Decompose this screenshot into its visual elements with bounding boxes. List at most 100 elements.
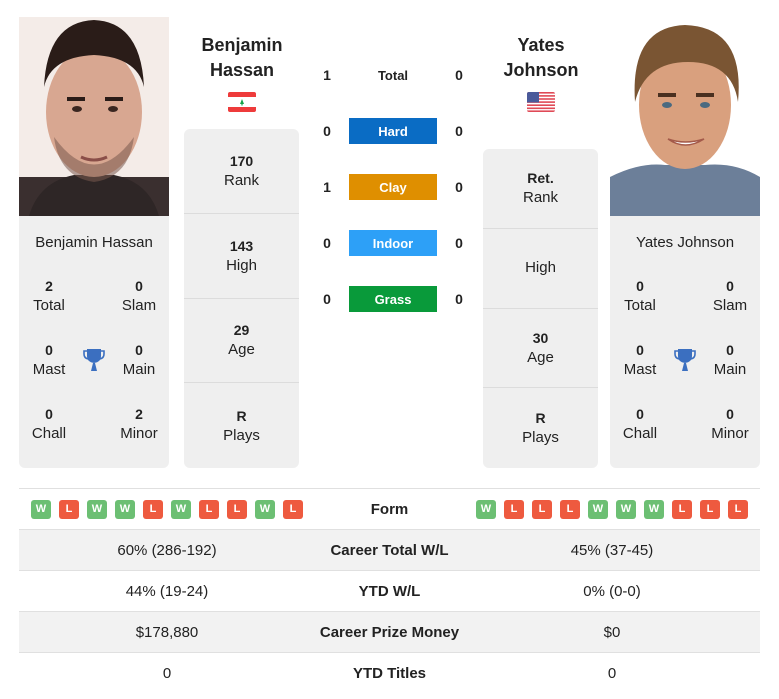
player1-form-badge-win[interactable]: W bbox=[87, 499, 107, 519]
h2h-hard-p1: 0 bbox=[323, 123, 331, 139]
player2-photo bbox=[610, 17, 760, 216]
player2-form-badge-loss[interactable]: L bbox=[504, 499, 524, 519]
player1-full-name[interactable]: Benjamin Hassan bbox=[19, 233, 169, 253]
h2h-hard-row: 0 Hard 0 bbox=[318, 118, 468, 144]
player2-form: WLLLWWWLLL bbox=[464, 499, 760, 519]
player2-form-badge-loss[interactable]: L bbox=[700, 499, 720, 519]
player2-form-badge-loss[interactable]: L bbox=[532, 499, 552, 519]
player2-titles-slam-label: Slam bbox=[712, 297, 748, 314]
player2-name-first[interactable]: Yates bbox=[483, 33, 599, 58]
player2-form-badge-win[interactable]: W bbox=[616, 499, 636, 519]
h2h-hard-p2: 0 bbox=[455, 123, 463, 139]
player1-form-badge-win[interactable]: W bbox=[171, 499, 191, 519]
player1-photo bbox=[19, 17, 169, 216]
player2-titles-mast-label: Mast bbox=[623, 361, 657, 378]
player2-form-badge-win[interactable]: W bbox=[588, 499, 608, 519]
player2-titles-card: Yates Johnson 0 Total 0 Slam 0 Mast 0 Ma… bbox=[610, 216, 760, 468]
player2-age-value: 30 bbox=[532, 329, 549, 346]
player1-titles-slam-value: 0 bbox=[135, 278, 143, 294]
player1-form-badge-loss[interactable]: L bbox=[59, 499, 79, 519]
player1-prize-money: $178,880 bbox=[135, 623, 199, 641]
player1-form-badge-win[interactable]: W bbox=[31, 499, 51, 519]
player1-titles-chall-value: 0 bbox=[45, 406, 53, 422]
player2-plays-label: Plays bbox=[522, 429, 559, 447]
lebanon-flag-icon bbox=[228, 92, 256, 112]
player2-ytd-titles: 0 bbox=[607, 665, 617, 682]
player1-name-first[interactable]: Benjamin bbox=[184, 33, 300, 58]
h2h-clay-p1: 1 bbox=[323, 179, 331, 195]
player1-form-badge-loss[interactable]: L bbox=[283, 499, 303, 519]
stats-row-career-wl: 60% (286-192) Career Total W/L 45% (37-4… bbox=[19, 530, 760, 571]
stats-row-prize-money: $178,880 Career Prize Money $0 bbox=[19, 612, 760, 653]
player2-titles-total-label: Total bbox=[624, 297, 656, 314]
player2-titles-total: 0 Total bbox=[610, 276, 670, 316]
h2h-grass-row: 0 Grass 0 bbox=[318, 286, 468, 312]
h2h-total-p1: 1 bbox=[323, 67, 331, 83]
player2-name-block: Yates Johnson bbox=[483, 33, 599, 112]
player1-name-block: Benjamin Hassan bbox=[184, 33, 300, 112]
player1-titles-total-label: Total bbox=[33, 297, 65, 314]
player1-rank-value: 170 bbox=[229, 152, 254, 169]
stats-label-form: Form bbox=[370, 500, 409, 518]
player2-form-badge-loss[interactable]: L bbox=[672, 499, 692, 519]
player2-form-badge-loss[interactable]: L bbox=[728, 499, 748, 519]
player1-form-badge-loss[interactable]: L bbox=[227, 499, 247, 519]
player1-age: 29 Age bbox=[184, 299, 299, 384]
player1-form-badge-loss[interactable]: L bbox=[199, 499, 219, 519]
h2h-clay-p2: 0 bbox=[455, 179, 463, 195]
stats-table: WLWWLWLLWL Form WLLLWWWLLL 60% (286-192)… bbox=[19, 488, 760, 694]
h2h-hard-badge[interactable]: Hard bbox=[349, 118, 437, 144]
player1-form-badge-loss[interactable]: L bbox=[143, 499, 163, 519]
player1-titles-minor: 2 Minor bbox=[109, 404, 169, 444]
player2-full-name[interactable]: Yates Johnson bbox=[610, 233, 760, 253]
player2-form-badge-win[interactable]: W bbox=[644, 499, 664, 519]
stats-row-ytd-titles: 0 YTD Titles 0 bbox=[19, 653, 760, 694]
player1-titles-chall-label: Chall bbox=[31, 425, 67, 442]
player2-titles-main-value: 0 bbox=[726, 342, 734, 358]
player1-name-last[interactable]: Hassan bbox=[184, 58, 300, 83]
player2-form-badge-win[interactable]: W bbox=[476, 499, 496, 519]
player1-high: 143 High bbox=[184, 214, 299, 299]
h2h-indoor-badge[interactable]: Indoor bbox=[349, 230, 437, 256]
player1-high-label: High bbox=[226, 256, 257, 274]
h2h-clay-badge[interactable]: Clay bbox=[349, 174, 437, 200]
player1-titles-card: Benjamin Hassan 2 Total 0 Slam 0 Mast 0 … bbox=[19, 216, 169, 468]
player1-plays-value: R bbox=[236, 407, 247, 424]
player2-prize-money: $0 bbox=[603, 623, 621, 641]
stats-label-ytd-wl: YTD W/L bbox=[358, 582, 421, 600]
player2-age: 30 Age bbox=[483, 309, 598, 389]
player1-titles-mast: 0 Mast bbox=[19, 340, 79, 380]
stats-label-ytd-titles: YTD Titles bbox=[352, 665, 427, 682]
stats-label-prize-money: Career Prize Money bbox=[319, 623, 460, 641]
trophy-icon bbox=[82, 347, 106, 373]
player2-form-badge-loss[interactable]: L bbox=[560, 499, 580, 519]
h2h-clay-row: 1 Clay 0 bbox=[318, 174, 468, 200]
h2h-total-label: Total bbox=[377, 67, 409, 83]
player1-rank: 170 Rank bbox=[184, 129, 299, 214]
player1-form-badge-win[interactable]: W bbox=[115, 499, 135, 519]
player1-titles-chall: 0 Chall bbox=[19, 404, 79, 444]
stats-label-career-wl: Career Total W/L bbox=[330, 541, 449, 559]
player1-titles-mast-label: Mast bbox=[32, 361, 66, 378]
h2h-grass-p1: 0 bbox=[323, 291, 331, 307]
h2h-grass-p2: 0 bbox=[455, 291, 463, 307]
h2h-total-row: 1 Total 0 bbox=[318, 62, 468, 88]
player2-titles-main-label: Main bbox=[713, 361, 747, 378]
player1-career-wl: 60% (286-192) bbox=[117, 541, 217, 559]
player2-plays: R Plays bbox=[483, 388, 598, 468]
player1-form-badge-win[interactable]: W bbox=[255, 499, 275, 519]
player2-rank-value: Ret. bbox=[527, 170, 554, 187]
player1-titles-total-value: 2 bbox=[45, 278, 53, 294]
player2-name-last[interactable]: Johnson bbox=[483, 58, 599, 83]
h2h-indoor-p2: 0 bbox=[455, 235, 463, 251]
player2-titles-mast: 0 Mast bbox=[610, 340, 670, 380]
h2h-total-p2: 0 bbox=[455, 67, 463, 83]
player1-rank-label: Rank bbox=[223, 171, 260, 189]
player1-age-label: Age bbox=[228, 341, 255, 359]
player2-titles-chall: 0 Chall bbox=[610, 404, 670, 444]
player1-info-card: 170 Rank 143 High 29 Age R Plays bbox=[184, 129, 299, 468]
player2-plays-value: R bbox=[535, 410, 546, 427]
player1-form: WLWWLWLLWL bbox=[19, 499, 315, 519]
h2h-grass-badge[interactable]: Grass bbox=[349, 286, 437, 312]
h2h-indoor-row: 0 Indoor 0 bbox=[318, 230, 468, 256]
